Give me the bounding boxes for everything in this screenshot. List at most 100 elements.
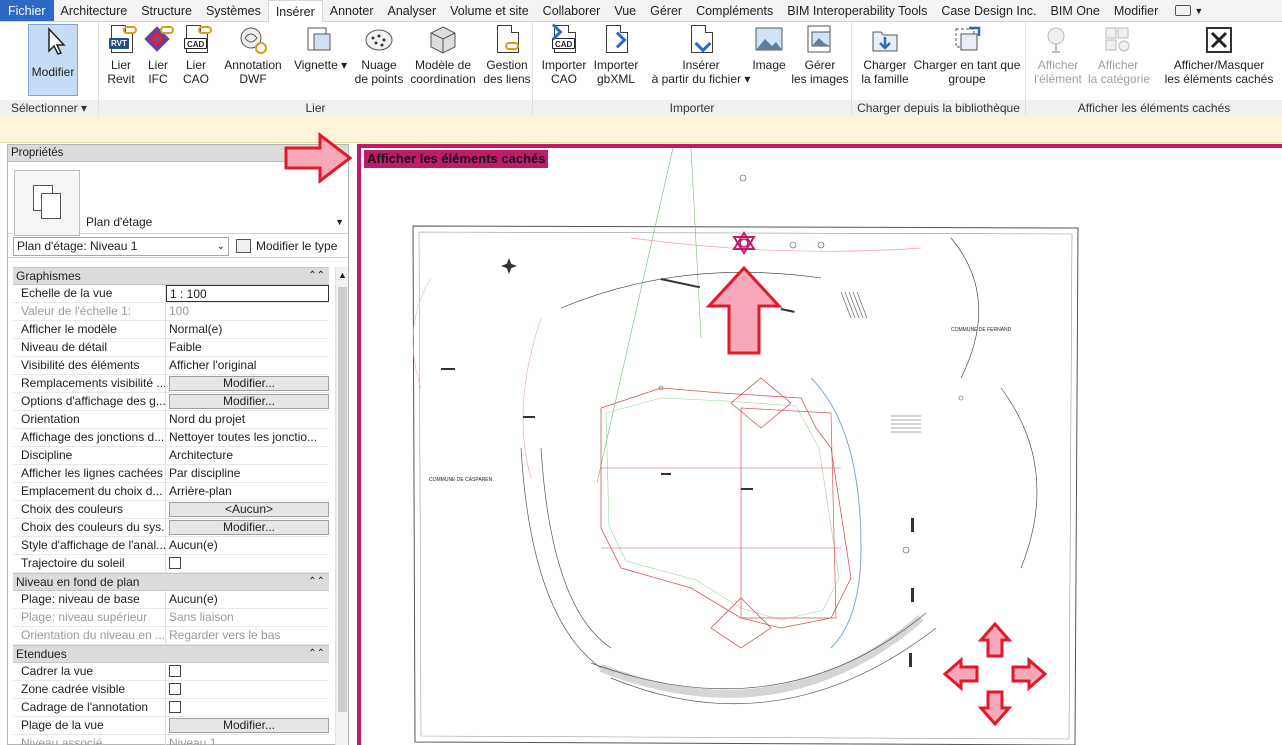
property-edit-button[interactable]: Modifier...: [169, 376, 329, 391]
drawing-view[interactable]: COMMUNE DE FERNAND COMMUNE DE CASPAREN A…: [357, 144, 1282, 745]
property-value-cell[interactable]: Modifier...: [166, 393, 329, 410]
menu-item-collaborer[interactable]: Collaborer: [536, 0, 608, 21]
chevron-down-icon[interactable]: ▼: [335, 217, 344, 227]
menu-item-case-design-inc-[interactable]: Case Design Inc.: [934, 0, 1043, 21]
property-value: Afficher l'original: [169, 358, 257, 372]
menu-item-architecture[interactable]: Architecture: [54, 0, 135, 21]
cursor-arrow-icon: [37, 25, 69, 57]
property-value-cell[interactable]: Par discipline: [166, 465, 329, 482]
insert-from-file-button[interactable]: Insérer à partir du fichier ▾: [651, 24, 751, 96]
property-value-cell[interactable]: Modifier...: [166, 717, 329, 734]
scroll-thumb[interactable]: [338, 287, 347, 712]
property-value-cell[interactable]: <Aucun>: [166, 501, 329, 518]
property-value-cell[interactable]: Nord du projet: [166, 411, 329, 428]
property-row: Cadrer la vue: [13, 663, 329, 681]
ribbon-group-link: RVT Lier Revit Lier IFC CAD Lier CAO Annota…: [99, 22, 533, 116]
property-value-cell[interactable]: Aucun(e): [166, 591, 329, 608]
edit-type-button[interactable]: Modifier le type: [236, 237, 337, 256]
import-cad-button[interactable]: CAD Importer CAO: [538, 23, 590, 96]
property-checkbox[interactable]: [169, 701, 181, 713]
property-value-cell[interactable]: Afficher l'original: [166, 357, 329, 374]
load-as-group-button[interactable]: Charger en tant que groupe: [912, 24, 1022, 96]
import-gbxml-icon: [600, 24, 632, 56]
property-name: Niveau associé: [13, 735, 166, 745]
menu-item-fichier[interactable]: Fichier: [0, 0, 54, 21]
link-revit-button[interactable]: RVT Lier Revit: [102, 24, 140, 96]
property-row: Niveau associé Niveau 1: [13, 735, 329, 745]
property-value: 1 : 100: [170, 287, 207, 301]
collapse-icon[interactable]: ⌃⌃: [308, 268, 325, 284]
menu-item-volume-et-site[interactable]: Volume et site: [443, 0, 536, 21]
section-header[interactable]: Etendues ⌃⌃: [13, 645, 329, 663]
property-edit-button[interactable]: <Aucun>: [169, 502, 329, 517]
instance-filter-dropdown[interactable]: Plan d'étage: Niveau 1 ⌄: [13, 237, 229, 256]
manage-images-button[interactable]: Gérer les images: [791, 24, 849, 96]
properties-scrollbar[interactable]: ▲: [335, 267, 348, 745]
property-value-cell[interactable]: Architecture: [166, 447, 329, 464]
property-value: Par discipline: [169, 466, 241, 480]
collapse-icon[interactable]: ⌃⌃: [308, 646, 325, 662]
coordination-model-button[interactable]: Modèle de coordination: [408, 24, 478, 96]
menu-item-g-rer[interactable]: Gérer: [643, 0, 689, 21]
section-header[interactable]: Niveau en fond de plan ⌃⌃: [13, 573, 329, 591]
property-row: Affichage des jonctions d... Nettoyer tou…: [13, 429, 329, 447]
manage-links-button[interactable]: Gestion des liens: [482, 24, 532, 96]
menu-item-bim-interoperability-tools[interactable]: BIM Interoperability Tools: [780, 0, 934, 21]
property-checkbox[interactable]: [169, 665, 181, 677]
import-gbxml-button[interactable]: Importer gbXML: [590, 24, 642, 96]
scroll-up-icon[interactable]: ▲: [336, 267, 349, 283]
reveal-hidden-icon: [1203, 24, 1235, 56]
property-value-cell[interactable]: Modifier...: [166, 375, 329, 392]
dwf-markup-button[interactable]: Annotation DWF: [220, 24, 286, 96]
property-row: Zone cadrée visible: [13, 681, 329, 699]
link-ifc-button[interactable]: Lier IFC: [139, 24, 177, 96]
section-header[interactable]: Graphismes ⌃⌃: [13, 267, 329, 285]
property-value-cell[interactable]: Normal(e): [166, 321, 329, 338]
collapse-icon[interactable]: ⌃⌃: [308, 574, 325, 590]
modify-button[interactable]: Modifier: [28, 24, 78, 96]
menu-item-ins-rer[interactable]: Insérer: [267, 0, 323, 23]
property-value-cell[interactable]: [166, 555, 329, 572]
ribbon-minimize-toggle[interactable]: ▼: [1175, 0, 1203, 21]
image-button[interactable]: Image: [749, 24, 789, 96]
menu-item-analyser[interactable]: Analyser: [381, 0, 444, 21]
unhide-element-button[interactable]: Afficher l'élément: [1030, 24, 1086, 96]
property-value-cell[interactable]: 1 : 100: [166, 285, 329, 302]
menu-item-modifier[interactable]: Modifier: [1107, 0, 1165, 21]
link-cad-button[interactable]: CAD Lier CAO: [177, 24, 215, 96]
group-title-select[interactable]: Sélectionner ▾: [0, 100, 98, 116]
menu-item-vue[interactable]: Vue: [607, 0, 643, 21]
properties-title: Propriétés: [11, 147, 64, 159]
unhide-category-button[interactable]: Afficher la catégorie: [1088, 24, 1150, 96]
menu-item-bim-one[interactable]: BIM One: [1044, 0, 1107, 21]
property-checkbox[interactable]: [169, 557, 181, 569]
property-edit-button[interactable]: Modifier...: [169, 718, 329, 733]
property-name: Afficher les lignes cachées: [13, 465, 166, 482]
load-family-button[interactable]: Charger la famille: [858, 24, 912, 96]
property-value-cell[interactable]: [166, 663, 329, 680]
property-value-cell[interactable]: Aucun(e): [166, 537, 329, 554]
property-value-cell[interactable]: Arrière-plan: [166, 483, 329, 500]
property-value-cell[interactable]: Nettoyer toutes les jonctio...: [166, 429, 329, 446]
decal-button[interactable]: Vignette ▾: [294, 24, 347, 96]
import-cad-icon: CAD: [545, 23, 580, 56]
menu-item-structure[interactable]: Structure: [134, 0, 199, 21]
property-checkbox[interactable]: [169, 683, 181, 695]
reveal-hidden-elements-button[interactable]: Afficher/Masquer les éléments cachés: [1160, 24, 1278, 96]
property-value-cell[interactable]: [166, 681, 329, 698]
ribbon-group-library: Charger la famille Charger en tant que gro…: [852, 22, 1026, 116]
property-name: Afficher le modèle: [13, 321, 166, 338]
menu-item-annoter[interactable]: Annoter: [323, 0, 381, 21]
property-edit-button[interactable]: Modifier...: [169, 394, 329, 409]
property-edit-button[interactable]: Modifier...: [169, 520, 329, 535]
property-name: Choix des couleurs du sys...: [13, 519, 166, 536]
property-name: Style d'affichage de l'anal...: [13, 537, 166, 554]
menu-item-compl-ments[interactable]: Compléments: [689, 0, 780, 21]
point-cloud-button[interactable]: Nuage de points: [353, 24, 405, 96]
menu-item-syst-mes[interactable]: Systèmes: [199, 0, 268, 21]
options-bar: [0, 116, 1282, 143]
property-value-cell[interactable]: Faible: [166, 339, 329, 356]
property-value-cell: Niveau 1: [166, 735, 329, 745]
property-value-cell[interactable]: Modifier...: [166, 519, 329, 536]
property-value-cell[interactable]: [166, 699, 329, 716]
